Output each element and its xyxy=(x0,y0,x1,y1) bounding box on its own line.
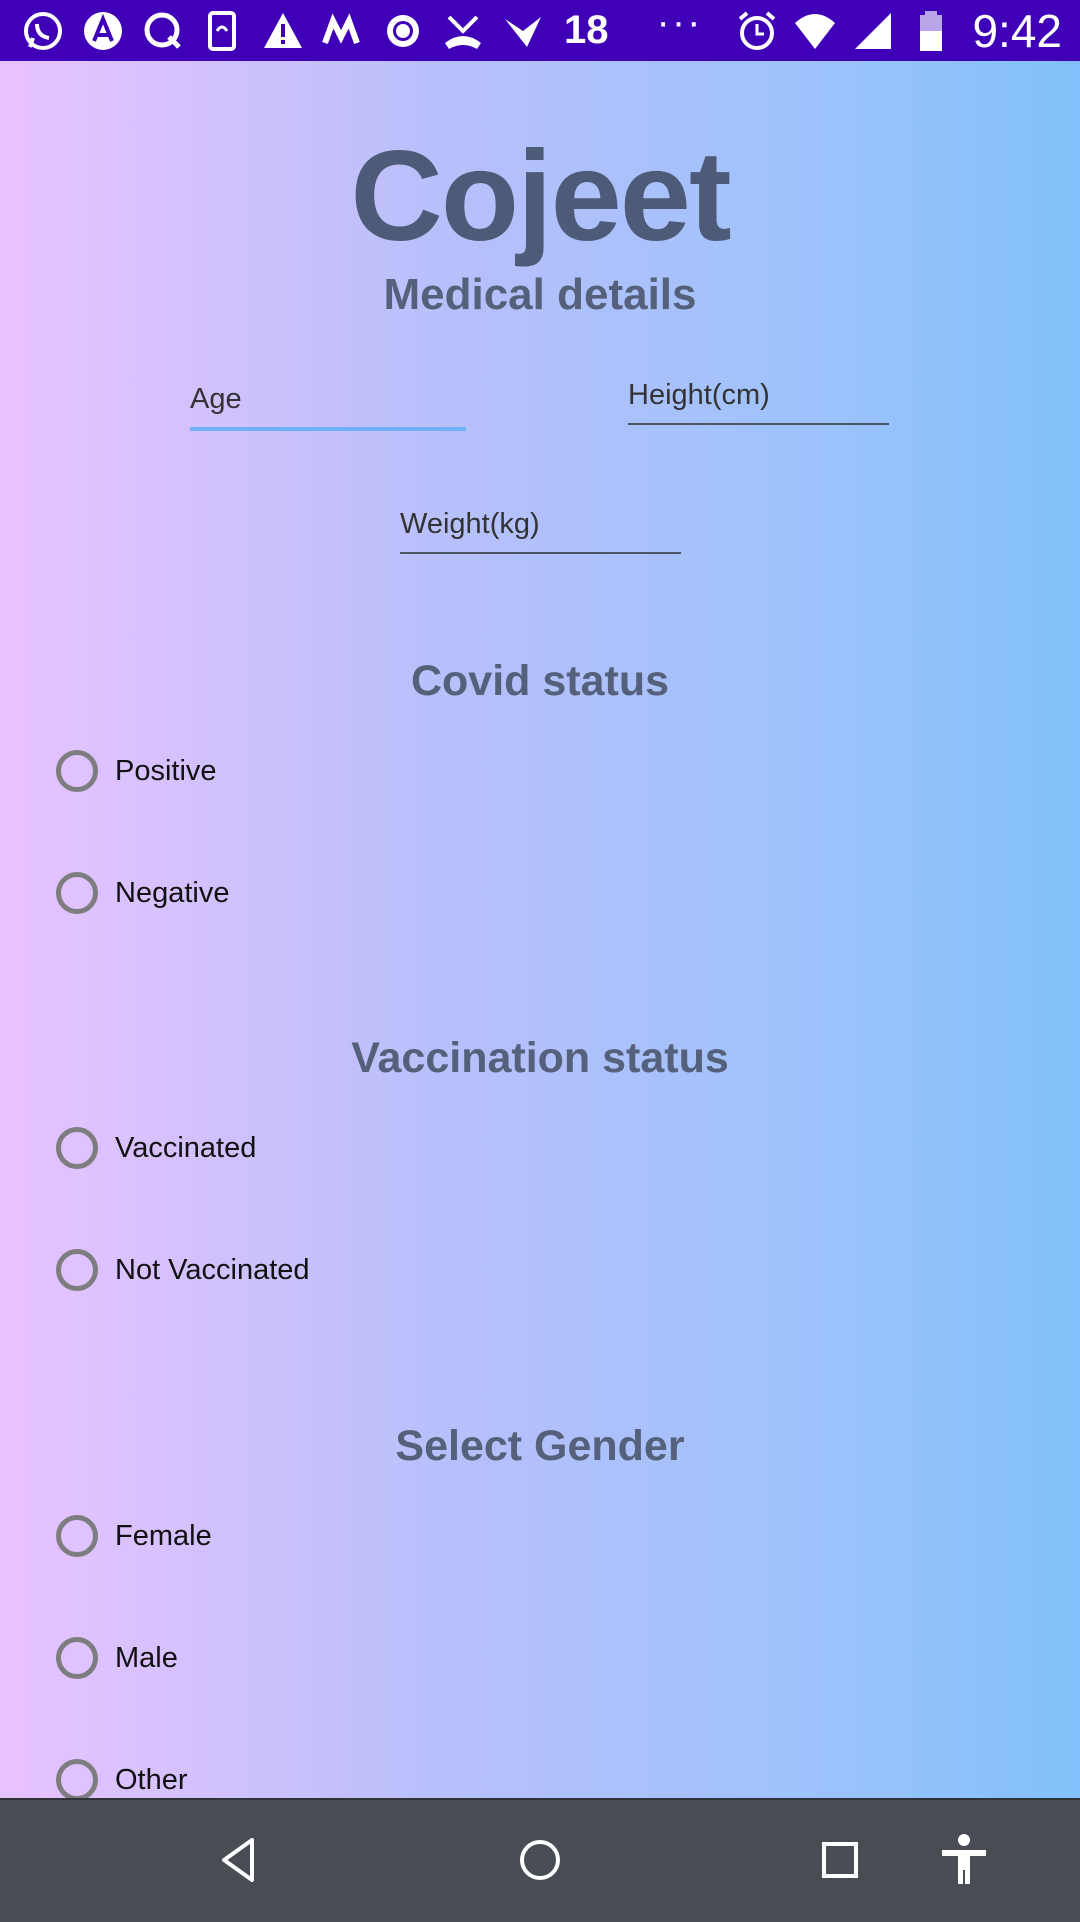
more-notifications-indicator: ··· xyxy=(656,0,703,44)
radio-label: Positive xyxy=(115,754,217,787)
mi-icon xyxy=(320,8,366,54)
radio-other[interactable]: Other xyxy=(56,1752,188,1798)
signal-icon xyxy=(850,8,896,54)
notification-icons: 18 ··· xyxy=(20,0,702,54)
radio-label: Negative xyxy=(115,876,230,909)
brightness-icon xyxy=(380,8,426,54)
radio-circle-icon[interactable] xyxy=(56,750,98,792)
covid-status-title: Covid status xyxy=(410,657,670,705)
page-subtitle: Medical details xyxy=(383,270,697,319)
recents-icon[interactable] xyxy=(810,1830,870,1890)
navigation-bar xyxy=(0,1798,1080,1922)
radio-not-vaccinated[interactable]: Not Vaccinated xyxy=(56,1242,310,1298)
select-gender-title: Select Gender xyxy=(395,1422,685,1470)
height-input[interactable] xyxy=(628,367,889,425)
radio-circle-icon[interactable] xyxy=(56,1759,98,1798)
age-input[interactable] xyxy=(190,371,466,431)
form-screen: Cojeet Medical details Covid status Posi… xyxy=(0,61,1080,1798)
radio-circle-icon[interactable] xyxy=(56,1515,98,1557)
alarm-icon xyxy=(734,8,780,54)
radio-label: Other xyxy=(115,1763,188,1796)
age-field[interactable] xyxy=(190,371,466,431)
radio-female[interactable]: Female xyxy=(56,1508,212,1564)
radio-circle-icon[interactable] xyxy=(56,872,98,914)
radio-male[interactable]: Male xyxy=(56,1630,178,1686)
radio-circle-icon[interactable] xyxy=(56,1637,98,1679)
radio-label: Not Vaccinated xyxy=(115,1253,310,1286)
missed-call-icon xyxy=(440,8,486,54)
accessibility-icon[interactable] xyxy=(934,1830,994,1890)
radio-circle-icon[interactable] xyxy=(56,1127,98,1169)
app-title: Cojeet xyxy=(350,125,731,268)
status-bar: 18 ··· 9:42 xyxy=(0,0,1080,61)
radio-label: Vaccinated xyxy=(115,1131,257,1164)
warning-icon xyxy=(260,8,306,54)
radio-negative[interactable]: Negative xyxy=(56,865,229,921)
height-field[interactable] xyxy=(628,367,889,427)
swipe-icon xyxy=(500,8,546,54)
aptoide-icon xyxy=(80,8,126,54)
clock: 9:42 xyxy=(972,4,1062,57)
weight-input[interactable] xyxy=(400,496,681,554)
radio-vaccinated[interactable]: Vaccinated xyxy=(56,1120,256,1176)
system-status-icons: 9:42 xyxy=(734,0,1062,61)
wifi-icon xyxy=(792,8,838,54)
back-icon[interactable] xyxy=(210,1830,270,1890)
weight-field[interactable] xyxy=(400,496,681,556)
home-icon[interactable] xyxy=(510,1830,570,1890)
phone-sync-icon xyxy=(200,8,246,54)
qbot-icon xyxy=(140,8,186,54)
radio-label: Male xyxy=(115,1641,178,1674)
vaccination-status-title: Vaccination status xyxy=(351,1034,729,1082)
battery-icon xyxy=(908,8,954,54)
radio-positive[interactable]: Positive xyxy=(56,743,217,799)
radio-label: Female xyxy=(115,1519,212,1552)
radio-circle-icon[interactable] xyxy=(56,1249,98,1291)
notification-count: 18 xyxy=(564,8,609,52)
whatsapp-icon xyxy=(20,8,66,54)
